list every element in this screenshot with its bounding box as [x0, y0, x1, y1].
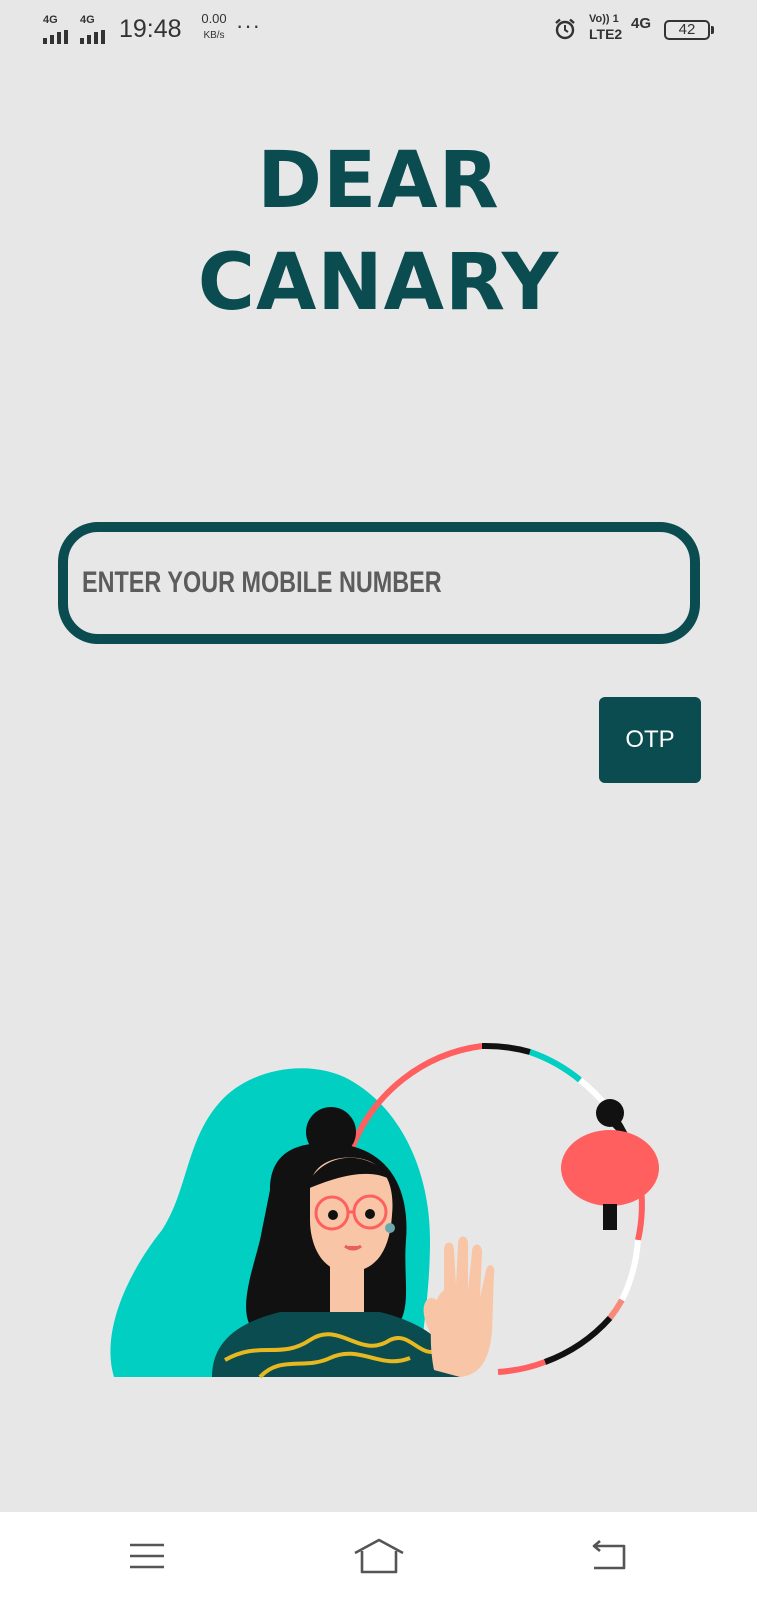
login-screen: 4G 4G 19:48 0.00 KB/s ··· Vo)) 1 LTE2 4G… — [0, 0, 757, 1600]
volte-label: Vo)) 1 — [589, 13, 619, 25]
home-icon — [354, 1538, 404, 1574]
clock: 19:48 — [119, 15, 182, 43]
home-button[interactable] — [349, 1532, 409, 1580]
status-bar: 4G 4G 19:48 0.00 KB/s ··· Vo)) 1 LTE2 4G… — [0, 0, 757, 58]
net-speed: 0.00 KB/s — [196, 12, 232, 41]
system-nav-bar — [0, 1512, 757, 1600]
alarm-icon — [555, 18, 575, 40]
more-notifications-icon: ··· — [236, 13, 261, 38]
menu-button[interactable] — [117, 1532, 177, 1580]
lte-label: LTE2 — [589, 26, 623, 42]
signal-icon: 4G — [80, 14, 114, 44]
woman-waving-illustration — [110, 1042, 659, 1379]
app-title-line2: CANARY — [197, 238, 560, 328]
otp-button[interactable]: OTP — [599, 697, 701, 783]
battery-icon: 42 — [664, 20, 714, 40]
back-button[interactable] — [580, 1532, 640, 1580]
menu-icon — [130, 1543, 164, 1569]
app-title-line1: DEAR — [257, 136, 500, 226]
volte-indicator: Vo)) 1 LTE2 — [589, 13, 623, 42]
app-title: DEAR CANARY — [0, 130, 757, 334]
sim2-network-label: 4G — [80, 14, 95, 26]
mobile-number-field[interactable] — [58, 522, 700, 644]
network-4g-label: 4G — [631, 15, 652, 32]
sim1-network-label: 4G — [43, 14, 58, 26]
back-icon — [592, 1540, 626, 1570]
battery-level: 42 — [678, 21, 696, 38]
mobile-number-input[interactable] — [82, 566, 557, 600]
net-speed-unit: KB/s — [203, 30, 225, 41]
net-speed-value: 0.00 — [201, 11, 227, 26]
signal-icon: 4G — [43, 14, 77, 44]
